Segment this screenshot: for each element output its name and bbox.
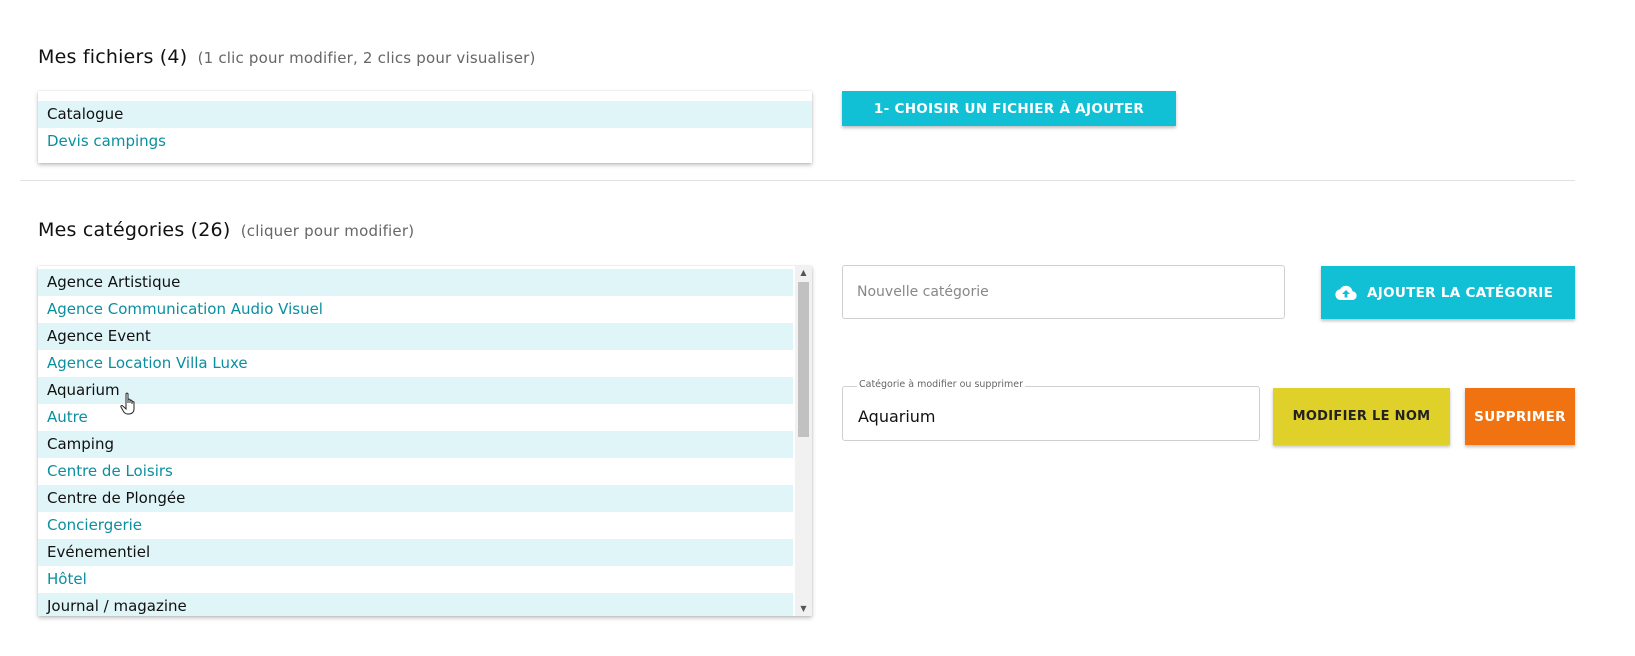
categories-section-title: Mes catégories (26) (cliquer pour modifi… — [38, 219, 414, 241]
category-item[interactable]: Agence Communication Audio Visuel — [38, 296, 793, 323]
category-item[interactable]: Agence Location Villa Luxe — [38, 350, 793, 377]
category-item[interactable]: Hôtel — [38, 566, 793, 593]
edit-category-input[interactable] — [843, 387, 1259, 440]
category-item[interactable]: Camping — [38, 431, 793, 458]
category-item[interactable]: Centre de Loisirs — [38, 458, 793, 485]
section-divider — [20, 180, 1575, 181]
category-item[interactable]: Centre de Plongée — [38, 485, 793, 512]
add-category-button[interactable]: AJOUTER LA CATÉGORIE — [1321, 266, 1575, 319]
category-item[interactable]: Aquarium — [38, 377, 793, 404]
categories-hint: (cliquer pour modifier) — [240, 222, 415, 240]
category-item[interactable]: Agence Event — [38, 323, 793, 350]
new-category-input[interactable] — [843, 266, 1284, 318]
category-item[interactable]: Journal / magazine — [38, 593, 793, 616]
category-item[interactable]: Autre — [38, 404, 793, 431]
cloud-upload-icon — [1335, 285, 1357, 300]
files-hint: (1 clic pour modifier, 2 clics pour visu… — [197, 49, 536, 67]
scroll-thumb[interactable] — [798, 282, 809, 437]
categories-list[interactable]: Agence Artistique Agence Communication A… — [38, 266, 812, 616]
rename-button[interactable]: MODIFIER LE NOM — [1273, 388, 1450, 445]
arrow-up-icon[interactable]: ▲ — [795, 266, 812, 280]
categories-scrollbar[interactable]: ▲ ▼ — [795, 266, 812, 616]
edit-category-field[interactable]: Catégorie à modifier ou supprimer — [842, 379, 1260, 441]
file-item[interactable]: Devis campings — [38, 128, 812, 155]
files-list: Catalogue Devis campings — [38, 91, 812, 163]
category-item[interactable]: Conciergerie — [38, 512, 793, 539]
file-item[interactable]: Catalogue — [38, 101, 812, 128]
arrow-down-icon[interactable]: ▼ — [795, 602, 812, 616]
new-category-field[interactable] — [842, 265, 1285, 319]
categories-list-items: Agence Artistique Agence Communication A… — [38, 269, 793, 616]
files-title: Mes fichiers (4) — [38, 46, 188, 68]
hand-pointer-icon — [120, 392, 135, 415]
edit-category-label: Catégorie à modifier ou supprimer — [857, 379, 1026, 390]
category-item[interactable]: Evénementiel — [38, 539, 793, 566]
add-category-label: AJOUTER LA CATÉGORIE — [1367, 284, 1554, 301]
choose-file-button[interactable]: 1- CHOISIR UN FICHIER À AJOUTER — [842, 91, 1176, 126]
category-item[interactable]: Agence Artistique — [38, 269, 793, 296]
categories-title: Mes catégories (26) — [38, 219, 231, 241]
delete-button[interactable]: SUPPRIMER — [1465, 388, 1575, 445]
files-section-title: Mes fichiers (4) (1 clic pour modifier, … — [38, 46, 536, 68]
